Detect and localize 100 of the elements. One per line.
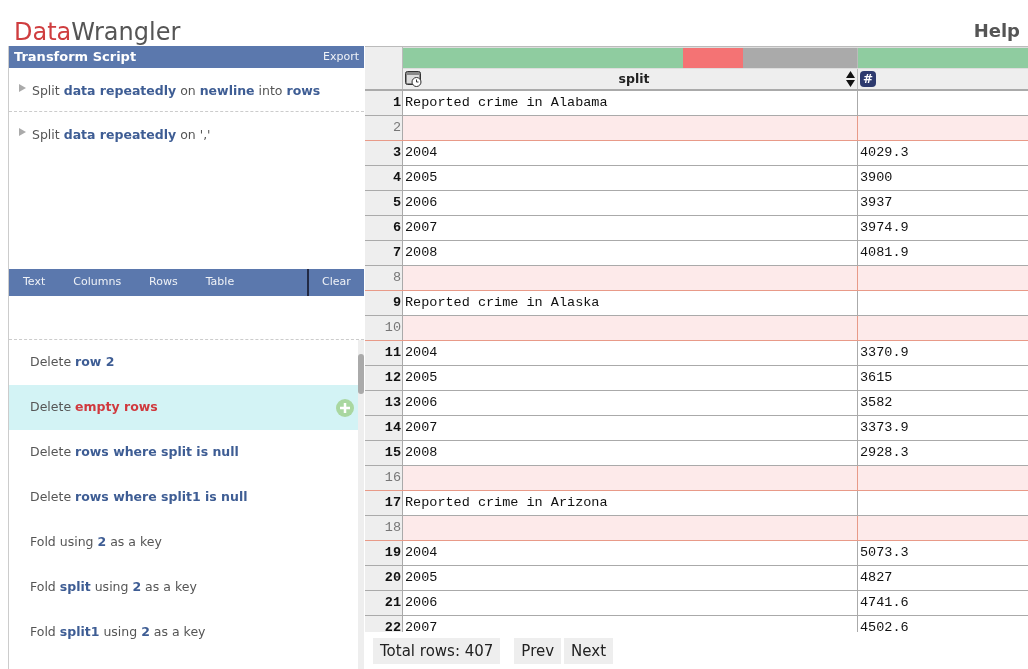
row-number: 11: [365, 341, 403, 365]
table-row[interactable]: 20 2005 4827: [365, 566, 1028, 591]
table-row[interactable]: 13 2006 3582: [365, 391, 1028, 416]
number-type-icon[interactable]: #: [860, 71, 877, 87]
table-cell: 3370.9: [860, 345, 909, 360]
table-row[interactable]: 22 2007 4502.6: [365, 616, 1028, 632]
table-cell: Reported crime in Arizona: [405, 495, 608, 510]
scroll-bar[interactable]: [358, 340, 364, 669]
row-number: 5: [365, 191, 403, 215]
table-cell: 3937: [860, 195, 893, 210]
suggestion-item[interactable]: Delete row 2: [9, 340, 358, 385]
script-step: Split data repeatedly on ',': [32, 124, 211, 145]
add-icon[interactable]: [336, 398, 354, 417]
expand-triangle-icon[interactable]: [19, 128, 26, 136]
table-cell: 2004: [405, 145, 438, 160]
menu-tab[interactable]: Table: [191, 274, 249, 291]
table-cell: 2005: [405, 170, 438, 185]
table-row[interactable]: 8: [365, 266, 1028, 291]
table-row[interactable]: 6 2007 3974.9: [365, 216, 1028, 241]
row-number: 17: [365, 491, 403, 515]
table-cell: Reported crime in Alabama: [405, 95, 608, 110]
table-cell: 3615: [860, 370, 893, 385]
table-row[interactable]: 1 Reported crime in Alabama: [365, 91, 1028, 116]
sort-icon[interactable]: [846, 71, 855, 87]
table-cell: 2006: [405, 195, 438, 210]
app-title: DataWrangler: [14, 20, 181, 44]
clear-button[interactable]: Clear: [309, 274, 364, 291]
table-cell: 2006: [405, 595, 438, 610]
table-row[interactable]: 16: [365, 466, 1028, 491]
table-cell: 4502.6: [860, 620, 909, 632]
table-cell: 4081.9: [860, 245, 909, 260]
table-cell: 2007: [405, 620, 438, 632]
table-cell: 4741.6: [860, 595, 909, 610]
table-cell: 2004: [405, 545, 438, 560]
row-number: 9: [365, 291, 403, 315]
menu-tab[interactable]: Rows: [135, 274, 192, 291]
calendar-clock-icon[interactable]: [405, 71, 422, 87]
row-number: 13: [365, 391, 403, 415]
suggestion-item[interactable]: Delete rows where split1 is null: [9, 475, 358, 520]
row-number: 19: [365, 541, 403, 565]
menu-tab[interactable]: Columns: [59, 274, 136, 291]
table-cell: 2008: [405, 245, 438, 260]
row-number: 6: [365, 216, 403, 240]
table-cell: 2006: [405, 395, 438, 410]
table-row[interactable]: 18: [365, 516, 1028, 541]
table-cell: 2928.3: [860, 445, 909, 460]
table-row[interactable]: 5 2006 3937: [365, 191, 1028, 216]
suggestion-item[interactable]: Fold using 2 as a key: [9, 520, 358, 565]
prev-button[interactable]: Prev: [514, 637, 562, 665]
row-number: 1: [365, 91, 403, 115]
table-row[interactable]: 11 2004 3370.9: [365, 341, 1028, 366]
table-row[interactable]: 12 2005 3615: [365, 366, 1028, 391]
table-cell: 4029.3: [860, 145, 909, 160]
table-cell: 2005: [405, 370, 438, 385]
table-cell: 2007: [405, 220, 438, 235]
expand-triangle-icon[interactable]: [19, 84, 26, 92]
table-cell: 3974.9: [860, 220, 909, 235]
table-row[interactable]: 4 2005 3900: [365, 166, 1028, 191]
next-button[interactable]: Next: [564, 637, 614, 665]
table-row[interactable]: 19 2004 5073.3: [365, 541, 1028, 566]
table-cell: 4827: [860, 570, 893, 585]
row-number: 22: [365, 616, 403, 632]
column-name: split: [617, 69, 651, 88]
row-number: 3: [365, 141, 403, 165]
table-row[interactable]: 9 Reported crime in Alaska: [365, 291, 1028, 316]
table-row[interactable]: 10: [365, 316, 1028, 341]
table-cell: 2005: [405, 570, 438, 585]
suggestion-item[interactable]: Delete empty rows: [9, 385, 358, 430]
table-cell: 3373.9: [860, 420, 909, 435]
column-header[interactable]: #: [858, 69, 1028, 89]
suggestion-item[interactable]: Fold split using 2 as a key: [9, 565, 358, 610]
table-cell: 2008: [405, 445, 438, 460]
table-row[interactable]: 7 2008 4081.9: [365, 241, 1028, 266]
row-number: 18: [365, 516, 403, 540]
row-number: 12: [365, 366, 403, 390]
table-cell: 2007: [405, 420, 438, 435]
row-number: 20: [365, 566, 403, 590]
row-number: 4: [365, 166, 403, 190]
row-number: 15: [365, 441, 403, 465]
table-cell: 3900: [860, 170, 893, 185]
table-row[interactable]: 17 Reported crime in Arizona: [365, 491, 1028, 516]
export-link[interactable]: Export: [323, 48, 359, 66]
table-row[interactable]: 21 2006 4741.6: [365, 591, 1028, 616]
table-row[interactable]: 2: [365, 116, 1028, 141]
suggestion-item[interactable]: Delete rows where split is null: [9, 430, 358, 475]
column-header[interactable]: split: [403, 69, 858, 89]
menu-tab[interactable]: Text: [9, 274, 60, 291]
help-link[interactable]: Help: [973, 17, 1020, 44]
table-cell: Reported crime in Alaska: [405, 295, 600, 310]
row-number: 21: [365, 591, 403, 615]
table-cell: 5073.3: [860, 545, 909, 560]
row-number: 10: [365, 316, 403, 340]
table-row[interactable]: 15 2008 2928.3: [365, 441, 1028, 466]
row-number: 8: [365, 266, 403, 290]
suggestion-item[interactable]: Fold split1 using 2 as a key: [9, 610, 358, 655]
table-row[interactable]: 14 2007 3373.9: [365, 416, 1028, 441]
table-row[interactable]: 3 2004 4029.3: [365, 141, 1028, 166]
row-number: 16: [365, 466, 403, 490]
script-step: Split data repeatedly on newline into rows: [32, 80, 321, 101]
table-cell: 2004: [405, 345, 438, 360]
